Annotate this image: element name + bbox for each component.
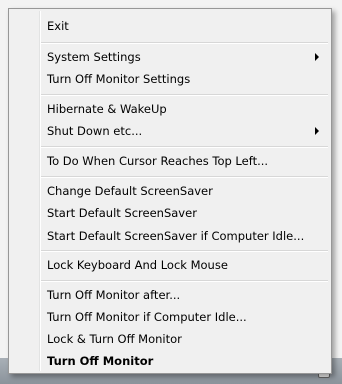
menu-item-exit[interactable]: Exit (11, 15, 329, 37)
menu-separator (41, 176, 328, 178)
menu-separator (41, 94, 328, 96)
menu-item-label: Turn Off Monitor Settings (47, 72, 191, 86)
menu-item-lock-keyboard-mouse[interactable]: Lock Keyboard And Lock Mouse (11, 254, 329, 276)
menu-separator (41, 280, 328, 282)
menu-item-label: To Do When Cursor Reaches Top Left... (47, 154, 269, 168)
menu-item-label: System Settings (47, 50, 141, 64)
menu-item-label: Turn Off Monitor if Computer Idle... (47, 310, 247, 324)
menu-separator (41, 250, 328, 252)
menu-separator (41, 42, 328, 44)
menu-item-label: Lock & Turn Off Monitor (47, 332, 182, 346)
menu-item-turn-off-monitor-after[interactable]: Turn Off Monitor after... (11, 284, 329, 306)
menu-item-turn-off-monitor-idle[interactable]: Turn Off Monitor if Computer Idle... (11, 306, 329, 328)
menu-item-label: Turn Off Monitor (47, 354, 154, 368)
menu-item-cursor-top-left[interactable]: To Do When Cursor Reaches Top Left... (11, 150, 329, 172)
menu-item-hibernate-wakeup[interactable]: Hibernate & WakeUp (11, 98, 329, 120)
menu-item-label: Turn Off Monitor after... (47, 288, 181, 302)
menu-item-start-screensaver-idle[interactable]: Start Default ScreenSaver if Computer Id… (11, 225, 329, 247)
menu-item-turn-off-monitor[interactable]: Turn Off Monitor (11, 350, 329, 372)
menu-item-label: Exit (47, 19, 69, 33)
menu-item-lock-turn-off-monitor[interactable]: Lock & Turn Off Monitor (11, 328, 329, 350)
menu-item-change-screensaver[interactable]: Change Default ScreenSaver (11, 180, 329, 202)
menu-item-label: Change Default ScreenSaver (47, 184, 213, 198)
menu-item-turn-off-monitor-settings[interactable]: Turn Off Monitor Settings (11, 68, 329, 90)
menu-separator (41, 146, 328, 148)
menu-item-system-settings[interactable]: System Settings (11, 46, 329, 68)
menu-item-start-screensaver[interactable]: Start Default ScreenSaver (11, 202, 329, 224)
menu-item-label: Start Default ScreenSaver (47, 206, 197, 220)
menu-item-label: Lock Keyboard And Lock Mouse (47, 258, 228, 272)
context-menu: Exit System Settings Turn Off Monitor Se… (8, 8, 332, 374)
menu-item-label: Start Default ScreenSaver if Computer Id… (47, 229, 305, 243)
submenu-arrow-icon (315, 53, 319, 61)
menu-item-label: Shut Down etc... (47, 124, 143, 138)
menu-item-label: Hibernate & WakeUp (47, 102, 167, 116)
menu-item-shut-down-etc[interactable]: Shut Down etc... (11, 120, 329, 142)
submenu-arrow-icon (315, 127, 319, 135)
